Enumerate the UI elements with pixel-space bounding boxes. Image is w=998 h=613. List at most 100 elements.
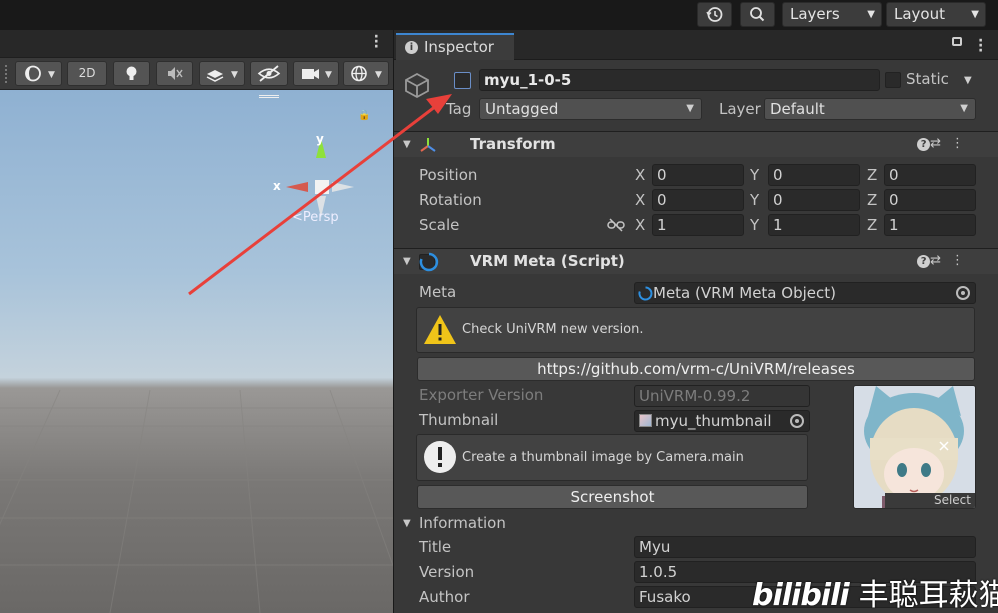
layer-value: Default <box>770 100 825 118</box>
axis-y-label[interactable]: Y <box>750 166 759 184</box>
title-field[interactable]: Myu <box>634 536 976 558</box>
axis-y-label[interactable]: Y <box>750 216 759 234</box>
svg-text:▼: ▼ <box>375 70 382 80</box>
thumbnail-field[interactable]: myu_thumbnail <box>634 410 810 432</box>
unlinked-scale-icon[interactable] <box>607 218 625 232</box>
presets-icon[interactable]: ⇄ <box>930 253 951 268</box>
lock-icon[interactable]: 🔒 <box>358 110 370 121</box>
layout-dropdown[interactable]: Layout ▼ <box>886 2 986 27</box>
lighting-toggle[interactable] <box>113 61 150 86</box>
axis-z-label[interactable]: Z <box>867 191 877 209</box>
svg-text:▼: ▼ <box>325 70 332 80</box>
thumbnail-label: Thumbnail <box>419 411 499 429</box>
vrm-meta-header[interactable]: ▼ VRM Meta (Script) ? ⇄⋮ <box>394 248 998 274</box>
object-picker-icon[interactable] <box>956 286 970 300</box>
help-icon[interactable]: ? <box>917 255 931 268</box>
more-menu-icon[interactable]: · · · <box>374 30 379 54</box>
axis-z-label[interactable]: Z <box>867 216 877 234</box>
object-picker-icon[interactable] <box>790 414 804 428</box>
exporter-version-field: UniVRM-0.99.2 <box>634 385 810 407</box>
thumbnail-select-button[interactable]: Select <box>885 493 975 508</box>
component-header-icons[interactable]: ? ⇄⋮ <box>917 253 974 268</box>
svg-text:▼: ▼ <box>231 70 238 80</box>
univrm-release-link-button[interactable]: https://github.com/vrm-c/UniVRM/releases <box>417 357 975 381</box>
tag-value: Untagged <box>485 100 559 118</box>
vrm-meta-title: VRM Meta (Script) <box>470 252 625 270</box>
position-label: Position <box>419 166 478 184</box>
presets-icon[interactable]: ⇄ <box>930 136 951 151</box>
author-label: Author <box>419 588 470 606</box>
position-x-value: 0 <box>657 166 667 184</box>
layer-label: Layer <box>719 100 761 118</box>
lock-icon[interactable] <box>952 37 962 46</box>
rotation-y-field[interactable]: 0 <box>768 189 860 211</box>
transform-axes-icon <box>420 138 436 152</box>
object-name-field[interactable]: myu_1-0-5 <box>479 69 880 91</box>
meta-object-field[interactable]: Meta (VRM Meta Object) <box>634 282 976 304</box>
camera-icon: ▼ <box>302 69 332 80</box>
layer-dropdown[interactable]: Default ▼ <box>764 98 976 120</box>
scene-viewport[interactable]: 🔒 y x <Persp <box>0 90 393 613</box>
component-header-icons[interactable]: ? ⇄⋮ <box>917 136 974 151</box>
script-spinner-icon <box>638 286 653 301</box>
rotation-z-value: 0 <box>889 191 899 209</box>
layers-dropdown[interactable]: Layers ▼ <box>782 2 882 27</box>
gizmo-drag-handle[interactable] <box>259 95 279 98</box>
light-bulb-icon <box>126 66 137 80</box>
screenshot-button[interactable]: Screenshot <box>417 485 808 509</box>
position-z-value: 0 <box>889 166 899 184</box>
scale-x-field[interactable]: 1 <box>652 214 744 236</box>
help-icon[interactable]: ? <box>917 138 931 151</box>
object-name: myu_1-0-5 <box>484 71 572 89</box>
axis-z-label[interactable]: Z <box>867 166 877 184</box>
axis-x-label[interactable]: X <box>635 166 645 184</box>
axis-x-label[interactable]: X <box>635 191 645 209</box>
version-label: Version <box>419 563 475 581</box>
tag-dropdown[interactable]: Untagged ▼ <box>479 98 702 120</box>
search-icon <box>750 7 765 22</box>
fold-triangle-icon: ▼ <box>403 139 411 150</box>
visibility-toggle[interactable] <box>250 61 288 86</box>
rotation-x-field[interactable]: 0 <box>652 189 744 211</box>
tag-label: Tag <box>446 100 472 118</box>
more-menu-icon[interactable]: · · · <box>978 34 983 58</box>
scale-z-field[interactable]: 1 <box>884 214 976 236</box>
rotation-z-field[interactable]: 0 <box>884 189 976 211</box>
active-checkbox[interactable] <box>454 72 471 89</box>
release-link-label: https://github.com/vrm-c/UniVRM/releases <box>537 360 855 378</box>
persp-label[interactable]: <Persp <box>292 210 339 225</box>
more-menu-icon[interactable]: ⋮ <box>951 136 974 151</box>
effects-dropdown[interactable]: ▼ <box>199 61 245 86</box>
more-menu-icon[interactable]: ⋮ <box>951 253 974 268</box>
chevron-down-icon[interactable]: ▼ <box>964 75 972 86</box>
gizmos-dropdown[interactable]: ▼ <box>343 61 389 86</box>
static-checkbox[interactable] <box>885 72 901 88</box>
position-x-field[interactable]: 0 <box>652 164 744 186</box>
scale-y-value: 1 <box>773 216 783 234</box>
bilibili-watermark: bilibili 丰聪耳萩猫 <box>752 570 998 613</box>
position-z-field[interactable]: 0 <box>884 164 976 186</box>
scale-y-field[interactable]: 1 <box>768 214 860 236</box>
shading-mode-button[interactable]: ▼ <box>15 61 62 86</box>
screenshot-label: Screenshot <box>570 488 655 506</box>
axis-y-label[interactable]: Y <box>750 191 759 209</box>
layers-label: Layers <box>790 5 840 23</box>
search-button[interactable] <box>740 2 775 27</box>
svg-text:▼: ▼ <box>48 70 55 80</box>
mode-2d-button[interactable]: 2D <box>67 61 107 86</box>
transform-header[interactable]: ▼ Transform ? ⇄⋮ <box>394 131 998 157</box>
audio-toggle[interactable] <box>156 61 193 86</box>
chevron-down-icon: ▼ <box>971 9 979 20</box>
information-foldout[interactable]: ▼ Information <box>403 513 703 535</box>
title-label: Title <box>419 538 452 556</box>
tab-inspector[interactable]: i Inspector <box>396 33 514 60</box>
history-button[interactable] <box>697 2 732 27</box>
thumbnail-preview[interactable]: Select <box>853 385 976 509</box>
transform-title: Transform <box>470 135 556 153</box>
exporter-version-label: Exporter Version <box>419 386 544 404</box>
layout-label: Layout <box>894 5 945 23</box>
axis-x-label[interactable]: X <box>635 216 645 234</box>
warning-helpbox: Check UniVRM new version. <box>416 307 975 353</box>
camera-dropdown[interactable]: ▼ <box>293 61 339 86</box>
position-y-field[interactable]: 0 <box>768 164 860 186</box>
